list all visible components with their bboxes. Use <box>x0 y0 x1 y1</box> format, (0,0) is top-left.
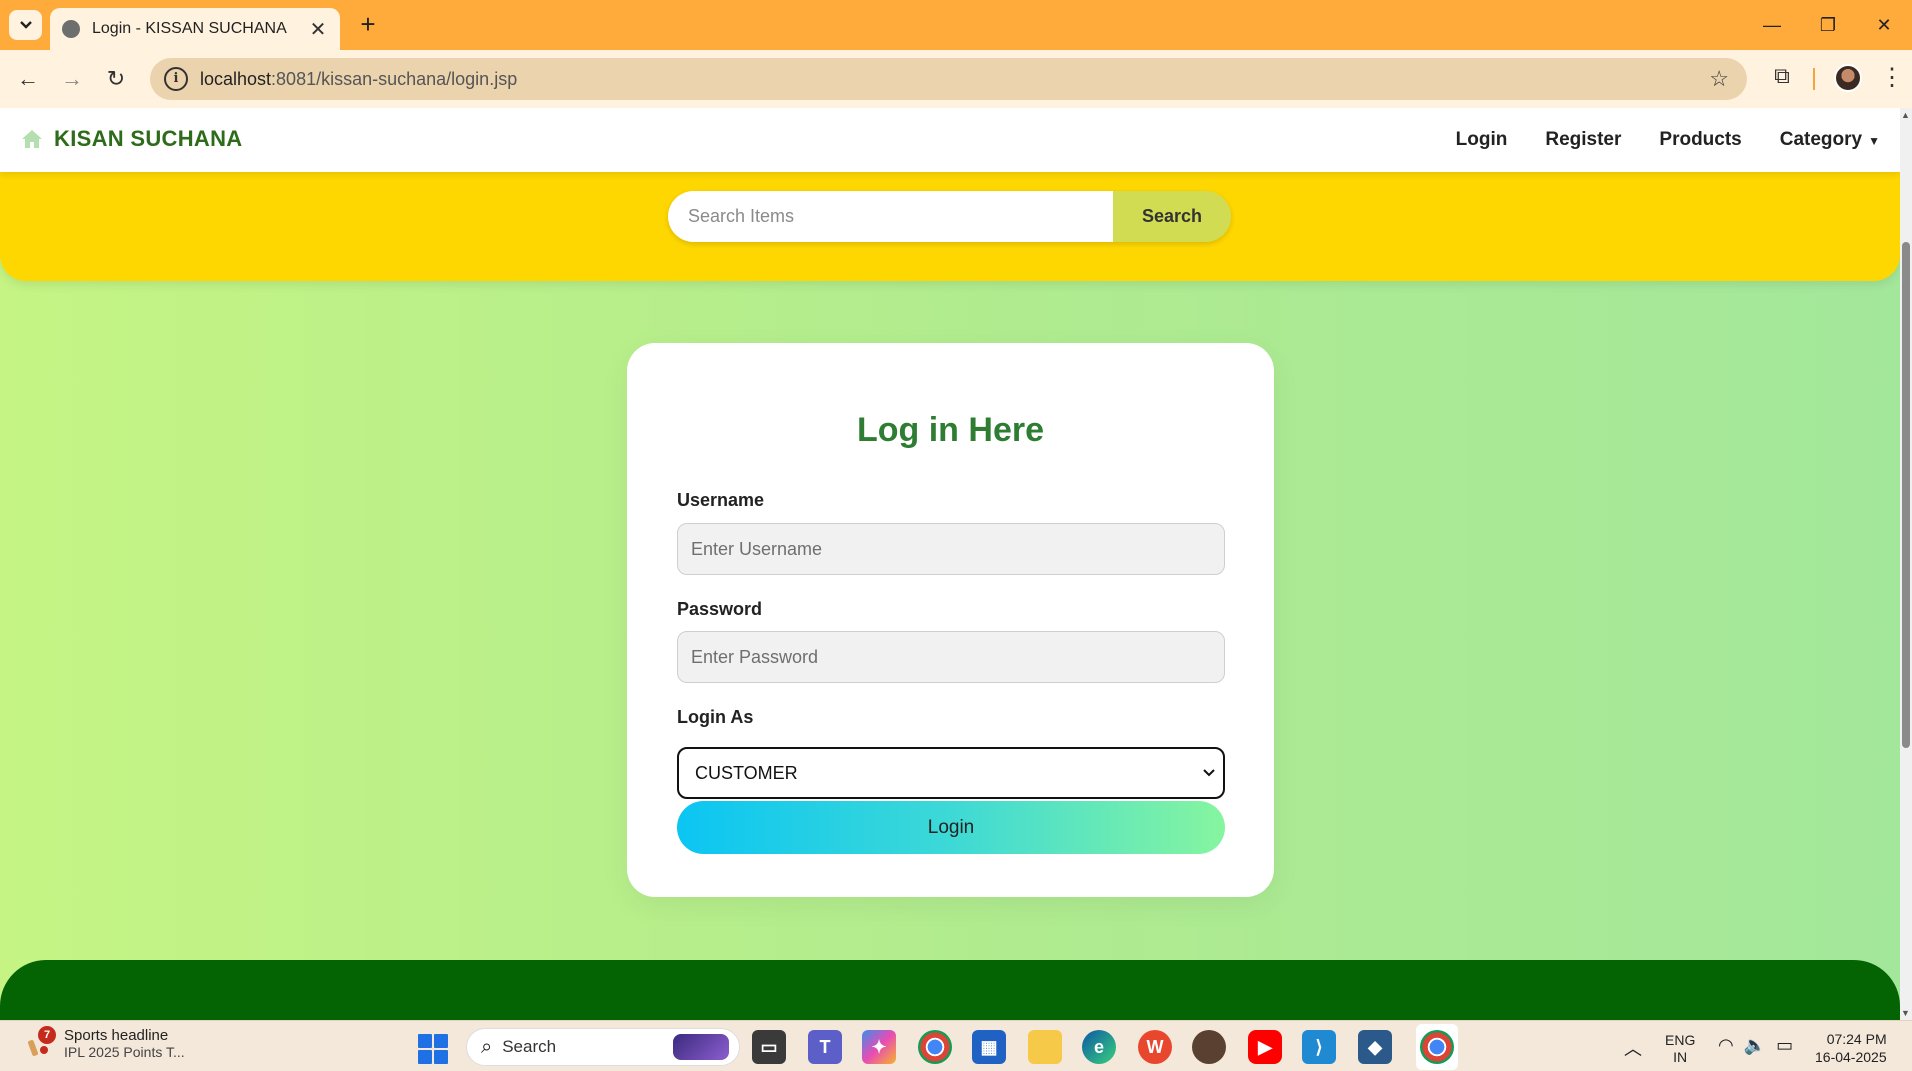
widget-subtitle: IPL 2025 Points T... <box>64 1044 185 1060</box>
wifi-icon: ◠ <box>1718 1035 1744 1055</box>
brand-name: KISAN SUCHANA <box>54 126 243 151</box>
browser-tab-active[interactable]: Login - KISSAN SUCHANA ✕ <box>50 8 340 50</box>
os-taskbar: 7 Sports headline IPL 2025 Points T... ⌕… <box>0 1020 1912 1071</box>
close-tab-icon[interactable]: ✕ <box>308 17 328 42</box>
tray-icons[interactable]: ◠🔈▭ <box>1718 1035 1803 1056</box>
start-button[interactable] <box>418 1034 448 1064</box>
teams-icon[interactable]: T <box>808 1030 842 1064</box>
search-button[interactable]: Search <box>1113 191 1231 242</box>
app-icon[interactable] <box>1192 1030 1226 1064</box>
chevron-down-icon <box>19 21 32 29</box>
file-explorer-icon[interactable] <box>1028 1030 1062 1064</box>
browser-menu-icon[interactable]: ⋮ <box>1880 63 1904 92</box>
login-as-value: CUSTOMER <box>695 762 798 783</box>
widget-badge: 7 <box>38 1025 56 1044</box>
chevron-down-icon <box>1203 769 1215 777</box>
toolbar-divider <box>1813 68 1815 90</box>
home-icon <box>22 130 42 148</box>
close-window-button[interactable]: ✕ <box>1856 0 1912 50</box>
news-widget[interactable]: 7 Sports headline IPL 2025 Points T... <box>24 1025 185 1060</box>
clock[interactable]: 07:24 PM 16-04-2025 <box>1815 1030 1887 1066</box>
scroll-up-arrow[interactable]: ▲ <box>1901 110 1910 120</box>
window-controls: — ❐ ✕ <box>1744 0 1912 50</box>
login-title: Log in Here <box>856 411 1045 449</box>
brand-link[interactable]: KISAN SUCHANA <box>20 126 242 152</box>
caret-down-icon: ▼ <box>1868 134 1880 148</box>
password-label: Password <box>677 599 763 619</box>
store-icon[interactable]: ▦ <box>972 1030 1006 1064</box>
edge-icon[interactable]: e <box>1082 1030 1116 1064</box>
nav-products[interactable]: Products <box>1659 129 1741 151</box>
nav-category-label: Category <box>1779 129 1863 150</box>
password-input[interactable] <box>677 631 1225 683</box>
login-card: Log in Here Username Password Login As C… <box>627 343 1274 897</box>
search-input[interactable] <box>668 191 1113 242</box>
cricket-icon: 7 <box>24 1025 56 1058</box>
tray-overflow-icon[interactable]: ︿ <box>1624 1035 1642 1061</box>
forward-button[interactable]: → <box>56 63 88 95</box>
sql-tool-icon[interactable]: ◆ <box>1358 1030 1392 1064</box>
search-bar: Search <box>668 191 1231 242</box>
scroll-thumb[interactable] <box>1902 242 1910 748</box>
extensions-icon[interactable]: ⧉ <box>1766 63 1798 95</box>
footer <box>0 960 1900 1020</box>
new-tab-button[interactable]: + <box>352 9 384 41</box>
chrome-profile-icon[interactable] <box>1420 1030 1454 1064</box>
taskbar-search[interactable]: ⌕ Search <box>466 1028 740 1066</box>
search-icon: ⌕ <box>481 1035 493 1058</box>
youtube-icon[interactable]: ▶ <box>1248 1030 1282 1064</box>
site-info-icon[interactable]: i <box>164 67 188 91</box>
nav-category-dropdown[interactable]: Category ▼ <box>1780 129 1880 151</box>
wps-icon[interactable]: W <box>1138 1030 1172 1064</box>
volume-icon: 🔈 <box>1743 1035 1777 1055</box>
site-navbar: KISAN SUCHANA Login Register Products Ca… <box>0 108 1900 172</box>
vscode-icon[interactable]: ⟩ <box>1302 1030 1336 1064</box>
language-indicator[interactable]: ENG IN <box>1665 1032 1695 1066</box>
username-input[interactable] <box>677 523 1225 575</box>
restore-button[interactable]: ❐ <box>1800 0 1856 50</box>
nav-login[interactable]: Login <box>1456 129 1508 151</box>
browser-toolbar: ← → ↻ i localhost:8081/kissan-suchana/lo… <box>0 50 1912 108</box>
globe-icon <box>62 20 80 38</box>
profile-avatar[interactable] <box>1834 64 1862 92</box>
back-button[interactable]: ← <box>12 63 44 95</box>
task-view-icon[interactable]: ▭ <box>752 1030 786 1064</box>
url-text[interactable]: localhost:8081/kissan-suchana/login.jsp <box>200 69 1709 90</box>
taskbar-search-label: Search <box>502 1037 557 1056</box>
username-label: Username <box>677 490 765 510</box>
browser-tab-strip: Login - KISSAN SUCHANA ✕ + — ❐ ✕ <box>0 0 1912 50</box>
login-as-label: Login As <box>677 707 754 727</box>
nav-register[interactable]: Register <box>1545 129 1621 151</box>
reload-button[interactable]: ↻ <box>100 63 132 95</box>
battery-icon: ▭ <box>1776 1035 1804 1055</box>
page-viewport: Search KISAN SUCHANA Login Register Prod… <box>0 108 1900 1020</box>
search-highlight-icon <box>673 1034 729 1060</box>
widget-title: Sports headline <box>64 1027 169 1044</box>
minimize-button[interactable]: — <box>1744 0 1800 50</box>
nav-links: Login Register Products Category ▼ <box>1418 108 1880 172</box>
tab-search-button[interactable] <box>9 10 42 40</box>
scroll-down-arrow[interactable]: ▼ <box>1901 1008 1910 1018</box>
bookmark-star-icon[interactable]: ☆ <box>1709 66 1729 92</box>
page-scrollbar[interactable]: ▲ ▼ <box>1900 108 1912 1020</box>
chrome-icon[interactable] <box>918 1030 952 1064</box>
tab-title: Login - KISSAN SUCHANA <box>92 20 287 37</box>
address-bar[interactable]: i localhost:8081/kissan-suchana/login.js… <box>150 58 1747 100</box>
login-as-select[interactable]: CUSTOMER <box>677 747 1225 799</box>
login-submit-button[interactable]: Login <box>677 801 1225 854</box>
copilot-icon[interactable]: ✦ <box>862 1030 896 1064</box>
